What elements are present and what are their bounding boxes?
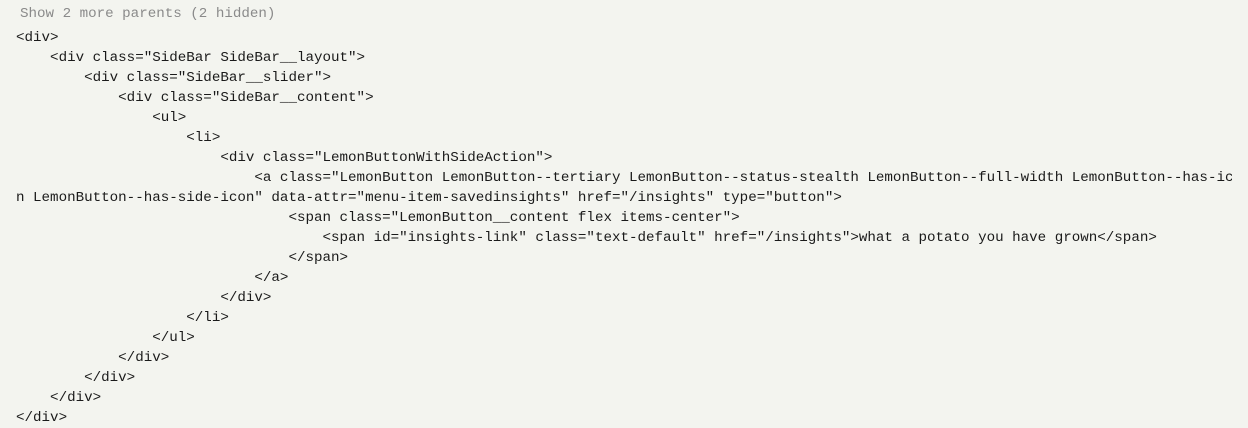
code-line: <div class="LemonButtonWithSideAction"> xyxy=(16,150,553,166)
code-line: <li> xyxy=(16,130,221,146)
code-line: </li> xyxy=(16,310,229,326)
code-line: <div class="SideBar SideBar__layout"> xyxy=(16,50,366,66)
code-line: <div class="SideBar__content"> xyxy=(16,90,374,106)
code-line: <span class="LemonButton__content flex i… xyxy=(16,210,740,226)
code-line: </div> xyxy=(16,390,102,406)
code-line: <a class="LemonButton LemonButton--terti… xyxy=(16,170,1232,186)
code-block: <div> <div class="SideBar SideBar__layou… xyxy=(16,28,1232,428)
code-line: <div> xyxy=(16,30,59,46)
code-line: </div> xyxy=(16,350,170,366)
code-line: </div> xyxy=(16,370,136,386)
code-line: </div> xyxy=(16,410,68,426)
code-line: n LemonButton--has-side-icon" data-attr=… xyxy=(16,190,842,206)
code-line: </ul> xyxy=(16,330,195,346)
code-line: <div class="SideBar__slider"> xyxy=(16,70,332,86)
code-line: </span> xyxy=(16,250,349,266)
show-more-parents-link[interactable]: Show 2 more parents (2 hidden) xyxy=(20,4,275,24)
code-line: </div> xyxy=(16,290,272,306)
code-line: <ul> xyxy=(16,110,187,126)
code-line: <span id="insights-link" class="text-def… xyxy=(16,230,1157,246)
html-snippet-panel: Show 2 more parents (2 hidden) <div> <di… xyxy=(0,0,1248,428)
code-line: </a> xyxy=(16,270,289,286)
